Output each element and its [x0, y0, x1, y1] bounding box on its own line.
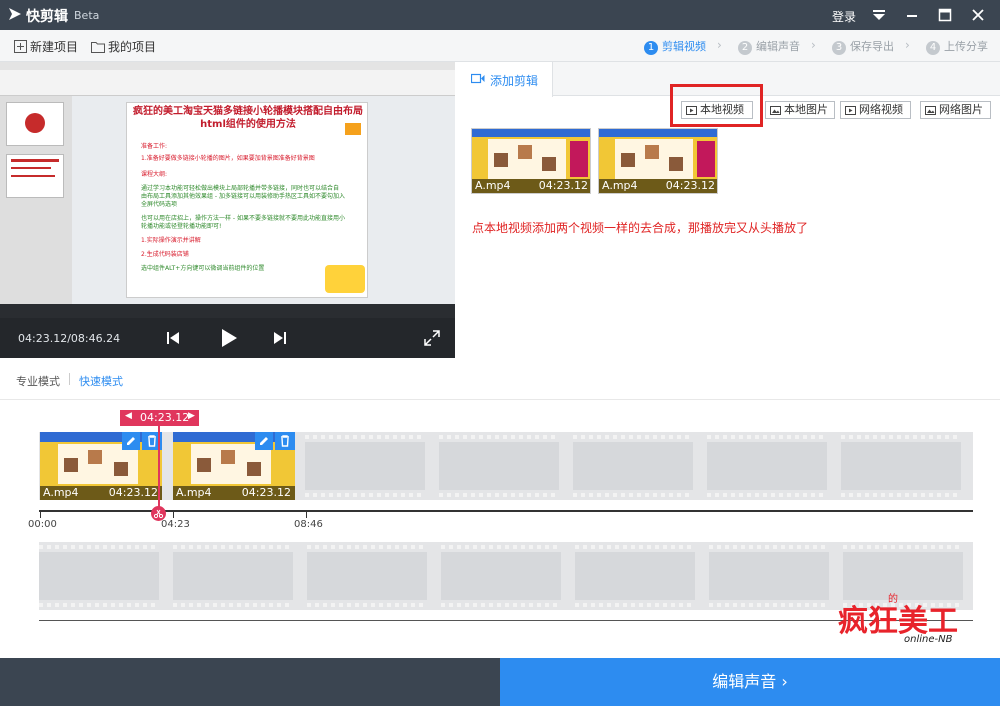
web-image-button[interactable]: 网络图片: [920, 101, 991, 119]
app-logo-icon: [9, 8, 21, 20]
clip-duration: 04:23.12: [665, 179, 715, 192]
preview-document: 疯狂的美工淘宝天猫多链接小轮播模块搭配自由布局 html组件的使用方法 准备工作:…: [126, 102, 368, 298]
new-project-label: 新建项目: [30, 40, 79, 54]
maximize-icon[interactable]: [936, 6, 954, 24]
edit-audio-next-button[interactable]: 编辑声音 ›: [500, 658, 1000, 706]
step-arrow-icon: ›: [811, 38, 816, 52]
local-image-button[interactable]: 本地图片: [765, 101, 835, 119]
annotation-text: 点本地视频添加两个视频一样的去合成，那播放完又从头播放了: [472, 221, 809, 235]
minimize-icon[interactable]: [903, 6, 921, 24]
new-project-button[interactable]: 新建项目: [14, 38, 78, 55]
folder-icon: [91, 42, 105, 53]
player-controls: 04:23.12/08:46.24: [0, 318, 455, 358]
quick-mode-tab[interactable]: 快速模式: [79, 373, 123, 389]
edit-clip-icon[interactable]: [255, 432, 273, 450]
clip-duration: 04:23.12: [108, 486, 158, 499]
clip-name: A.mp4: [602, 179, 638, 192]
image-icon: [770, 106, 781, 115]
playhead-time-badge[interactable]: ◀ 04:23.12 ▶: [120, 410, 199, 426]
ruler-tick-label: 00:00: [28, 519, 57, 530]
app-title: 快剪辑: [26, 9, 68, 25]
clip-thumbnail[interactable]: A.mp4 04:23.12: [471, 128, 591, 194]
clip-duration: 04:23.12: [538, 179, 588, 192]
play-icon[interactable]: [220, 328, 238, 348]
previous-frame-icon[interactable]: [166, 331, 180, 345]
doc-title-line-2: html组件的使用方法: [200, 119, 296, 130]
clip-name: A.mp4: [176, 486, 212, 499]
preview-screen: 疯狂的美工淘宝天猫多链接小轮播模块搭配自由布局 html组件的使用方法 准备工作:…: [0, 62, 455, 318]
step-save-export[interactable]: 3 保存导出: [832, 38, 894, 55]
mode-switch: 专业模式 快速模式: [0, 358, 1000, 400]
timeline-clip[interactable]: A.mp4 04:23.12: [40, 432, 162, 500]
doc-logo-icon: [345, 123, 361, 135]
slide-thumbnail: [6, 102, 64, 146]
login-button[interactable]: 登录: [832, 8, 856, 25]
video-preview-panel: 疯狂的美工淘宝天猫多链接小轮播模块搭配自由布局 html组件的使用方法 准备工作:…: [0, 62, 455, 358]
edit-clip-icon[interactable]: [122, 432, 140, 450]
watermark-logo: 疯狂美工 的 online-NB: [838, 594, 958, 645]
image-icon: [925, 106, 936, 115]
clip-name: A.mp4: [475, 179, 511, 192]
close-icon[interactable]: [969, 6, 987, 24]
new-project-icon: [14, 40, 27, 53]
next-frame-icon[interactable]: [273, 331, 287, 345]
doc-watermark-logo: [325, 265, 365, 293]
timeline-clip[interactable]: A.mp4 04:23.12: [173, 432, 295, 500]
step-edit-video[interactable]: 1 剪辑视频: [644, 38, 706, 55]
pro-mode-tab[interactable]: 专业模式: [16, 373, 60, 389]
step-arrow-icon: ›: [905, 38, 910, 52]
dropdown-menu-icon[interactable]: [870, 6, 888, 24]
clip-name: A.mp4: [43, 486, 79, 499]
playback-time: 04:23.12/08:46.24: [18, 332, 121, 345]
my-projects-label: 我的项目: [108, 40, 157, 54]
preview-slides-pane: [0, 96, 72, 304]
add-clip-panel: 添加剪辑 本地视频 本地图片 网络视频 网络图片 A.mp4 04:23.12 …: [455, 62, 1000, 358]
playhead[interactable]: [158, 426, 160, 516]
step-arrow-icon: ›: [717, 38, 722, 52]
delete-clip-icon[interactable]: [275, 432, 295, 450]
title-bar: 快剪辑 Beta 登录: [0, 0, 1000, 30]
step-upload-share[interactable]: 4 上传分享: [926, 38, 988, 55]
menu-bar: 新建项目 我的项目 1 剪辑视频 › 2 编辑声音 › 3 保存导出 › 4 上传分享: [0, 30, 1000, 62]
video-file-icon: [845, 106, 856, 115]
fullscreen-icon[interactable]: [424, 330, 440, 346]
preview-ribbon: [0, 62, 455, 96]
doc-title-line-1: 疯狂的美工淘宝天猫多链接小轮播模块搭配自由布局: [133, 106, 363, 117]
step-forward-icon[interactable]: ▶: [188, 411, 195, 421]
audio-track[interactable]: [39, 542, 973, 610]
tab-add-clip[interactable]: 添加剪辑: [455, 62, 553, 97]
tab-add-clip-label: 添加剪辑: [490, 74, 539, 88]
secondary-ruler: [39, 620, 973, 621]
web-video-button[interactable]: 网络视频: [840, 101, 911, 119]
video-file-icon: [686, 106, 697, 115]
scissors-icon[interactable]: [151, 506, 166, 521]
my-projects-button[interactable]: 我的项目: [91, 38, 156, 55]
clip-duration: 04:23.12: [241, 486, 291, 499]
bottom-bar: 编辑声音 ›: [0, 658, 1000, 706]
slide-thumbnail: [6, 154, 64, 198]
clip-thumbnail[interactable]: A.mp4 04:23.12: [598, 128, 718, 194]
beta-label: Beta: [74, 9, 100, 22]
local-video-button[interactable]: 本地视频: [681, 101, 753, 119]
ruler-tick-label: 08:46: [294, 519, 323, 530]
step-edit-audio[interactable]: 2 编辑声音: [738, 38, 800, 55]
preview-taskbar: [0, 304, 455, 318]
time-ruler: [39, 510, 973, 512]
step-back-icon[interactable]: ◀: [125, 411, 132, 421]
video-camera-icon: [471, 73, 485, 84]
